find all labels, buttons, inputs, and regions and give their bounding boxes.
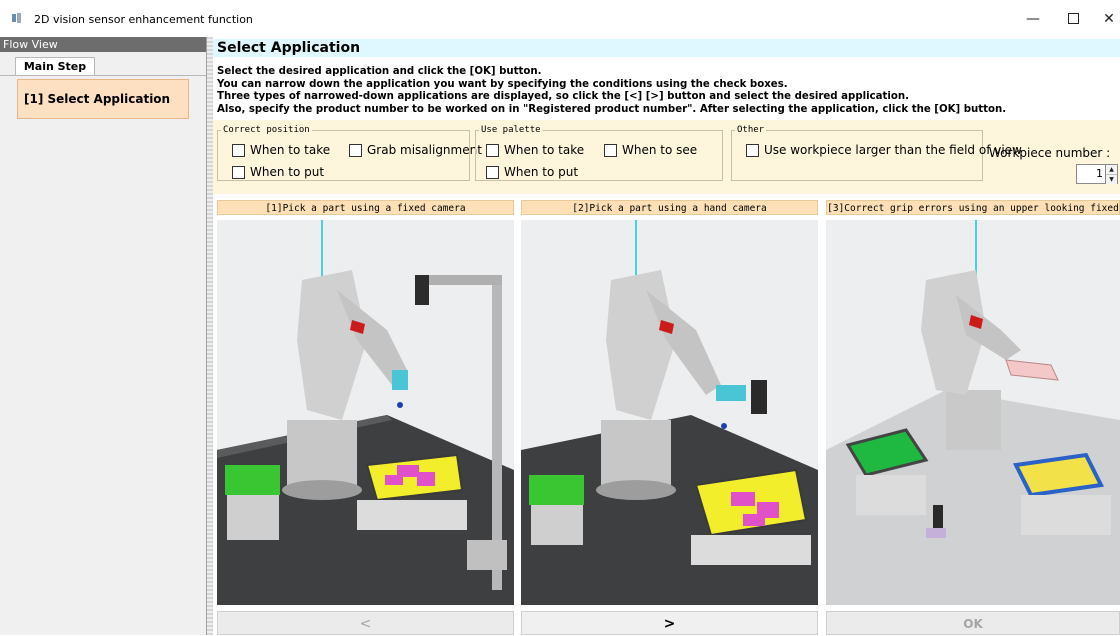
checkbox-box[interactable] [486, 143, 499, 157]
larger-workpiece-checkbox[interactable]: Use workpiece larger than the field of v… [746, 143, 1022, 157]
flow-view-header: Flow View [0, 37, 206, 52]
instruction-line: Select the desired application and click… [217, 66, 542, 77]
checkbox-box[interactable] [604, 143, 617, 157]
application-image-2[interactable] [521, 220, 818, 605]
window-title: 2D vision sensor enhancement function [34, 13, 253, 26]
tab-underline [0, 75, 206, 76]
application-image-3[interactable] [826, 220, 1120, 605]
application-label-2: [2]Pick a part using a hand camera [521, 200, 818, 215]
correct-put-checkbox[interactable]: When to put [232, 165, 324, 179]
instruction-line: Also, specify the product number to be w… [217, 103, 1007, 115]
step-select-application[interactable]: [1] Select Application [17, 79, 189, 119]
workpiece-number-value[interactable]: 1 [1077, 165, 1105, 183]
correct-take-checkbox[interactable]: When to take [232, 143, 330, 157]
instruction-line: Three types of narrowed-down application… [217, 91, 909, 102]
palette-take-checkbox[interactable]: When to take [486, 143, 584, 157]
robot-hand-camera-illustration [521, 220, 818, 605]
palette-put-checkbox[interactable]: When to put [486, 165, 578, 179]
grab-misalignment-checkbox[interactable]: Grab misalignment [349, 143, 482, 157]
checkbox-box[interactable] [232, 143, 245, 157]
close-icon[interactable]: ✕ [1086, 0, 1120, 37]
flow-view-panel: Flow View Main Step [1] Select Applicati… [0, 37, 207, 635]
ok-button[interactable]: OK [826, 611, 1120, 635]
application-image-1[interactable] [217, 220, 514, 605]
spinner-up-icon[interactable]: ▲ [1106, 165, 1117, 174]
prev-button[interactable]: < [217, 611, 514, 635]
checkbox-box[interactable] [486, 165, 499, 179]
robot-fixed-camera-illustration [217, 220, 514, 605]
other-legend: Other [737, 125, 765, 135]
other-group: Other Use workpiece larger than the fiel… [731, 125, 1022, 181]
page-title: Select Application [213, 39, 1120, 57]
application-label-1: [1]Pick a part using a fixed camera [217, 200, 514, 215]
robot-upper-camera-illustration [826, 220, 1120, 605]
use-palette-legend: Use palette [481, 125, 541, 135]
instructions-text: Select the desired application and click… [217, 66, 1117, 116]
checkbox-box[interactable] [746, 143, 759, 157]
workpiece-number-label: Workpiece number : [989, 146, 1111, 160]
application-label-3: [3]Correct grip errors using an upper lo… [826, 200, 1120, 229]
use-palette-group: Use palette When to take When to see Whe… [475, 125, 723, 181]
main-panel: Select Application Select the desired ap… [213, 37, 1120, 635]
tab-main-step[interactable]: Main Step [15, 57, 95, 76]
window-title-bar: 2D vision sensor enhancement function — … [0, 0, 1120, 38]
instruction-line: You can narrow down the application you … [217, 78, 788, 90]
checkbox-box[interactable] [232, 165, 245, 179]
workpiece-number-spinner[interactable]: 1 ▲ ▼ [1076, 164, 1118, 184]
spinner-down-icon[interactable]: ▼ [1106, 174, 1117, 184]
next-button[interactable]: > [521, 611, 818, 635]
correct-position-group: Correct position When to take Grab misal… [217, 125, 482, 181]
app-icon [12, 13, 21, 23]
palette-see-checkbox[interactable]: When to see [604, 143, 697, 157]
correct-position-legend: Correct position [223, 125, 310, 135]
checkbox-box[interactable] [349, 143, 362, 157]
condition-area: Correct position When to take Grab misal… [213, 120, 1120, 194]
